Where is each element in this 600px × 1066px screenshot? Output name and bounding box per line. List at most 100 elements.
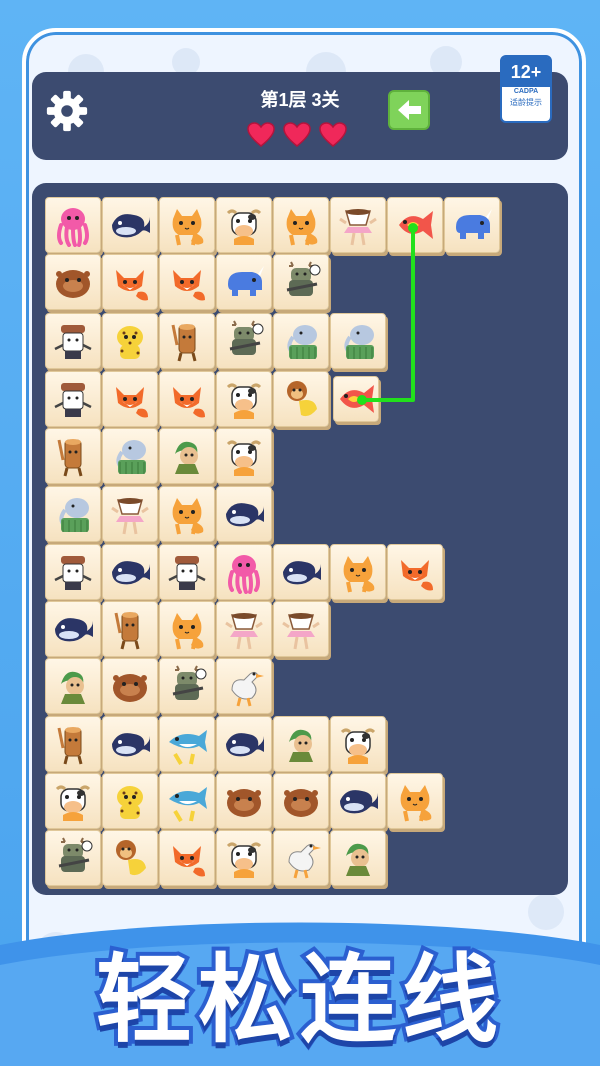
tile-elephant[interactable] — [330, 313, 386, 369]
tile-deer[interactable] — [273, 254, 329, 310]
capybara-icon — [113, 674, 147, 702]
back-button[interactable] — [388, 90, 430, 130]
tile-elephant[interactable] — [102, 428, 158, 484]
tile-log[interactable] — [102, 601, 158, 657]
rhino-icon — [456, 209, 492, 239]
tile-deer[interactable] — [45, 830, 101, 886]
tile-cat[interactable] — [159, 197, 215, 253]
tile-log[interactable] — [159, 313, 215, 369]
tile-cow[interactable] — [216, 830, 272, 886]
cat-icon — [286, 209, 318, 246]
goose-icon — [288, 843, 321, 879]
tile-shark[interactable] — [159, 716, 215, 772]
tile-shark[interactable] — [159, 773, 215, 829]
tile-whale[interactable] — [102, 544, 158, 600]
tile-whale[interactable] — [273, 544, 329, 600]
tile-fox[interactable] — [159, 254, 215, 310]
log-icon — [114, 612, 140, 650]
log-icon — [57, 727, 83, 765]
cat-icon — [172, 613, 204, 650]
tile-ballet-cup[interactable] — [102, 486, 158, 542]
tile-cactus[interactable] — [273, 716, 329, 772]
elephant-icon — [344, 325, 374, 359]
cat-icon — [172, 498, 204, 535]
tile-cat[interactable] — [273, 197, 329, 253]
gear-icon — [46, 90, 88, 132]
tile-monkey[interactable] — [102, 830, 158, 886]
tile-capybara[interactable] — [273, 773, 329, 829]
tile-monkey[interactable] — [273, 371, 329, 427]
tile-cow[interactable] — [45, 773, 101, 829]
tile-capybara[interactable] — [102, 658, 158, 714]
cat-icon — [400, 785, 432, 822]
elephant-icon — [287, 325, 317, 359]
tile-leopard[interactable] — [102, 313, 158, 369]
tile-goose[interactable] — [216, 658, 272, 714]
tile-cat[interactable] — [159, 486, 215, 542]
tile-capybara[interactable] — [216, 773, 272, 829]
capybara-icon — [227, 789, 261, 817]
tile-fox[interactable] — [159, 371, 215, 427]
ballet-cup-icon — [282, 613, 320, 650]
tile-capybara[interactable] — [45, 254, 101, 310]
tile-deer[interactable] — [216, 313, 272, 369]
tile-fish[interactable] — [387, 197, 443, 253]
tile-cow[interactable] — [216, 371, 272, 427]
tile-whale[interactable] — [330, 773, 386, 829]
cactus-icon — [289, 729, 313, 762]
tile-whale[interactable] — [102, 716, 158, 772]
tile-ballet-cup[interactable] — [273, 601, 329, 657]
tile-fox[interactable] — [102, 254, 158, 310]
tile-elephant[interactable] — [273, 313, 329, 369]
tile-fox[interactable] — [159, 830, 215, 886]
tile-ballet-cup[interactable] — [330, 197, 386, 253]
tile-cow[interactable] — [216, 428, 272, 484]
chef-icon — [54, 383, 92, 417]
tile-chef[interactable] — [159, 544, 215, 600]
goose-icon — [231, 671, 264, 707]
heart-icon — [319, 122, 347, 147]
cactus-icon — [61, 671, 85, 704]
tile-cow[interactable] — [216, 197, 272, 253]
tile-whale[interactable] — [102, 197, 158, 253]
tile-rhino[interactable] — [444, 197, 500, 253]
tile-cactus[interactable] — [330, 830, 386, 886]
tile-fox[interactable] — [102, 371, 158, 427]
tile-whale[interactable] — [216, 486, 272, 542]
tile-cat[interactable] — [159, 601, 215, 657]
tile-log[interactable] — [45, 716, 101, 772]
deer-icon — [286, 261, 321, 296]
tile-chef[interactable] — [45, 371, 101, 427]
ballet-cup-icon — [111, 498, 149, 535]
leopard-icon — [117, 786, 143, 819]
tile-fish[interactable] — [333, 376, 379, 422]
tile-cat[interactable] — [330, 544, 386, 600]
settings-button[interactable] — [44, 88, 90, 134]
deer-icon — [172, 665, 207, 700]
tile-whale[interactable] — [45, 601, 101, 657]
tile-elephant[interactable] — [45, 486, 101, 542]
tile-chef[interactable] — [45, 544, 101, 600]
whale-icon — [55, 618, 93, 642]
tile-leopard[interactable] — [102, 773, 158, 829]
tile-log[interactable] — [45, 428, 101, 484]
deer-icon — [58, 837, 93, 872]
lives-hearts — [247, 122, 357, 152]
heart-icon — [283, 122, 311, 147]
tile-fox[interactable] — [387, 544, 443, 600]
tile-cat[interactable] — [387, 773, 443, 829]
tile-goose[interactable] — [273, 830, 329, 886]
tile-cactus[interactable] — [45, 658, 101, 714]
tile-chef[interactable] — [45, 313, 101, 369]
tile-cow[interactable] — [330, 716, 386, 772]
tile-rhino[interactable] — [216, 254, 272, 310]
tile-cactus[interactable] — [159, 428, 215, 484]
whale-icon — [112, 561, 150, 585]
tile-octopus[interactable] — [216, 544, 272, 600]
tile-ballet-cup[interactable] — [216, 601, 272, 657]
tile-deer[interactable] — [159, 658, 215, 714]
monkey-icon — [116, 840, 146, 876]
tile-octopus[interactable] — [45, 197, 101, 253]
age-rating-badge: 12+ CADPA 适龄提示 — [500, 55, 552, 123]
tile-whale[interactable] — [216, 716, 272, 772]
